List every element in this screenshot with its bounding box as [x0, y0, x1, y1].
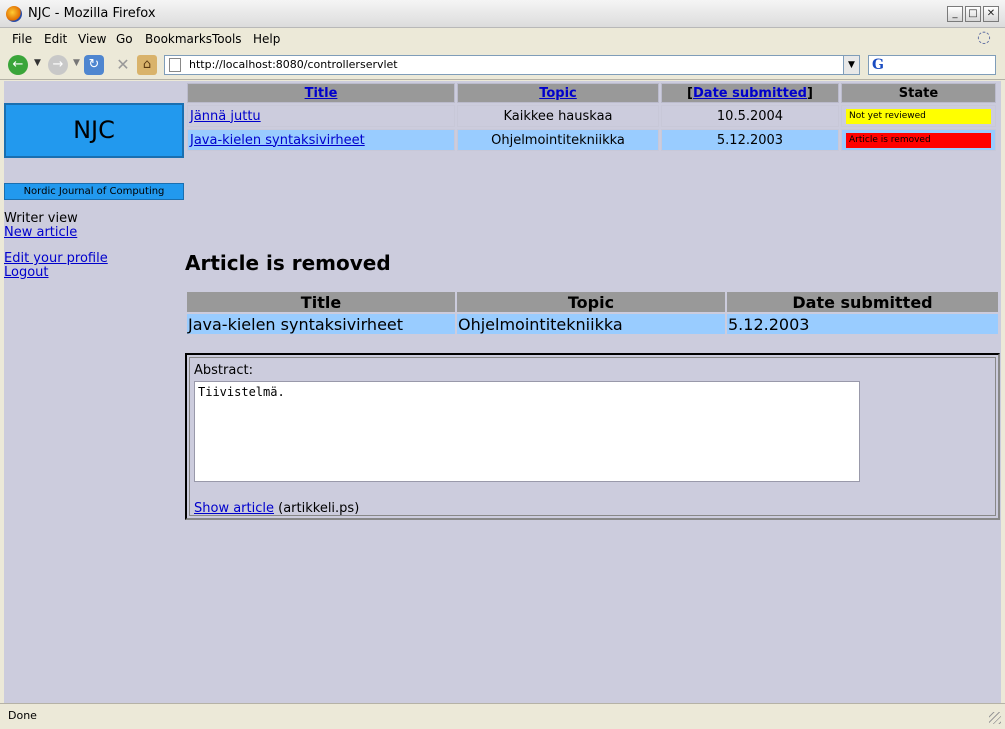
page-title: Article is removed — [185, 251, 391, 275]
abstract-panel: Abstract: Tiivistelmä. Show article (art… — [185, 353, 1000, 520]
reload-icon[interactable]: ↻ — [84, 55, 104, 75]
address-url[interactable]: http://localhost:8080/controllerservlet — [189, 58, 398, 71]
article-topic: Ohjelmointitekniikka — [457, 129, 659, 151]
firefox-icon — [6, 6, 22, 22]
menu-bookmarks[interactable]: Bookmarks — [145, 32, 212, 46]
menu-help[interactable]: Help — [253, 32, 280, 46]
menu-file[interactable]: File — [12, 32, 32, 46]
menu-edit[interactable]: Edit — [44, 32, 67, 46]
forward-arrow-icon[interactable]: → — [48, 55, 68, 75]
search-bar[interactable]: G — [868, 55, 996, 75]
sort-date-link[interactable]: Date submitted — [693, 86, 807, 101]
journal-name: Nordic Journal of Computing — [4, 183, 184, 200]
menu-bar: File Edit View Go Bookmarks Tools Help — [0, 28, 1005, 50]
detail-topic-header: Topic — [457, 292, 725, 312]
page-icon — [169, 58, 181, 72]
status-bar: Done — [0, 703, 1005, 729]
back-dropdown-icon[interactable]: ▼ — [34, 58, 41, 68]
file-name: (artikkeli.ps) — [278, 501, 360, 516]
address-bar[interactable]: http://localhost:8080/controllerservlet — [164, 55, 846, 75]
article-title-link[interactable]: Java-kielen syntaksivirheet — [190, 133, 365, 148]
abstract-textarea[interactable]: Tiivistelmä. — [194, 381, 860, 482]
col-topic-header[interactable]: Topic — [457, 83, 659, 103]
detail-title-header: Title — [187, 292, 455, 312]
status-text: Done — [8, 709, 37, 722]
articles-table: Title Topic [Date submitted] State Jännä… — [185, 81, 998, 153]
article-topic: Kaikkee hauskaa — [457, 105, 659, 127]
state-badge: Article is removed — [846, 132, 991, 148]
detail-topic: Ohjelmointitekniikka — [457, 314, 725, 334]
stop-icon[interactable]: ✕ — [113, 55, 133, 75]
window-titlebar: NJC - Mozilla Firefox _ □ ✕ — [0, 0, 1005, 28]
page-content: NJC Nordic Journal of Computing Writer v… — [4, 81, 1001, 703]
col-title-header[interactable]: Title — [187, 83, 455, 103]
new-article-link[interactable]: New article — [4, 225, 77, 240]
article-date: 10.5.2004 — [661, 105, 839, 127]
back-arrow-icon[interactable]: ← — [8, 55, 28, 75]
home-icon[interactable]: ⌂ — [137, 55, 157, 75]
forward-dropdown-icon[interactable]: ▼ — [73, 58, 80, 68]
window-title: NJC - Mozilla Firefox — [28, 6, 156, 21]
article-title-link[interactable]: Jännä juttu — [190, 109, 261, 124]
col-date-header[interactable]: [Date submitted] — [661, 83, 839, 103]
detail-title: Java-kielen syntaksivirheet — [187, 314, 455, 334]
sort-title-link[interactable]: Title — [305, 86, 338, 101]
logout-link[interactable]: Logout — [4, 265, 49, 280]
detail-date: 5.12.2003 — [727, 314, 998, 334]
address-dropdown-icon[interactable]: ▼ — [843, 55, 860, 75]
maximize-icon[interactable]: □ — [965, 6, 981, 22]
throbber-icon: ◌ — [977, 27, 991, 46]
abstract-label: Abstract: — [194, 363, 253, 378]
google-search-icon[interactable]: G — [872, 57, 884, 73]
show-article-link[interactable]: Show article — [194, 501, 274, 516]
sort-topic-link[interactable]: Topic — [539, 86, 577, 101]
navigation-toolbar: ← ▼ → ▼ ↻ ✕ ⌂ http://localhost:8080/cont… — [0, 50, 1005, 80]
site-logo: NJC — [4, 103, 184, 158]
article-detail-table: Title Topic Date submitted Java-kielen s… — [185, 290, 1000, 336]
col-state-header: State — [841, 83, 996, 103]
close-icon[interactable]: ✕ — [983, 6, 999, 22]
menu-view[interactable]: View — [78, 32, 106, 46]
table-row: Java-kielen syntaksivirheet Ohjelmointit… — [187, 314, 998, 334]
state-badge: Not yet reviewed — [846, 108, 991, 124]
view-label: Writer view — [4, 211, 78, 226]
resize-grip-icon[interactable] — [989, 712, 1001, 724]
detail-date-header: Date submitted — [727, 292, 998, 312]
table-row: Java-kielen syntaksivirheet Ohjelmointit… — [187, 129, 996, 151]
menu-tools[interactable]: Tools — [212, 32, 242, 46]
sidebar-menu: Writer view New article Edit your profil… — [4, 212, 108, 280]
article-date: 5.12.2003 — [661, 129, 839, 151]
edit-profile-link[interactable]: Edit your profile — [4, 251, 108, 266]
minimize-icon[interactable]: _ — [947, 6, 963, 22]
table-row: Jännä juttu Kaikkee hauskaa 10.5.2004 No… — [187, 105, 996, 127]
menu-go[interactable]: Go — [116, 32, 133, 46]
